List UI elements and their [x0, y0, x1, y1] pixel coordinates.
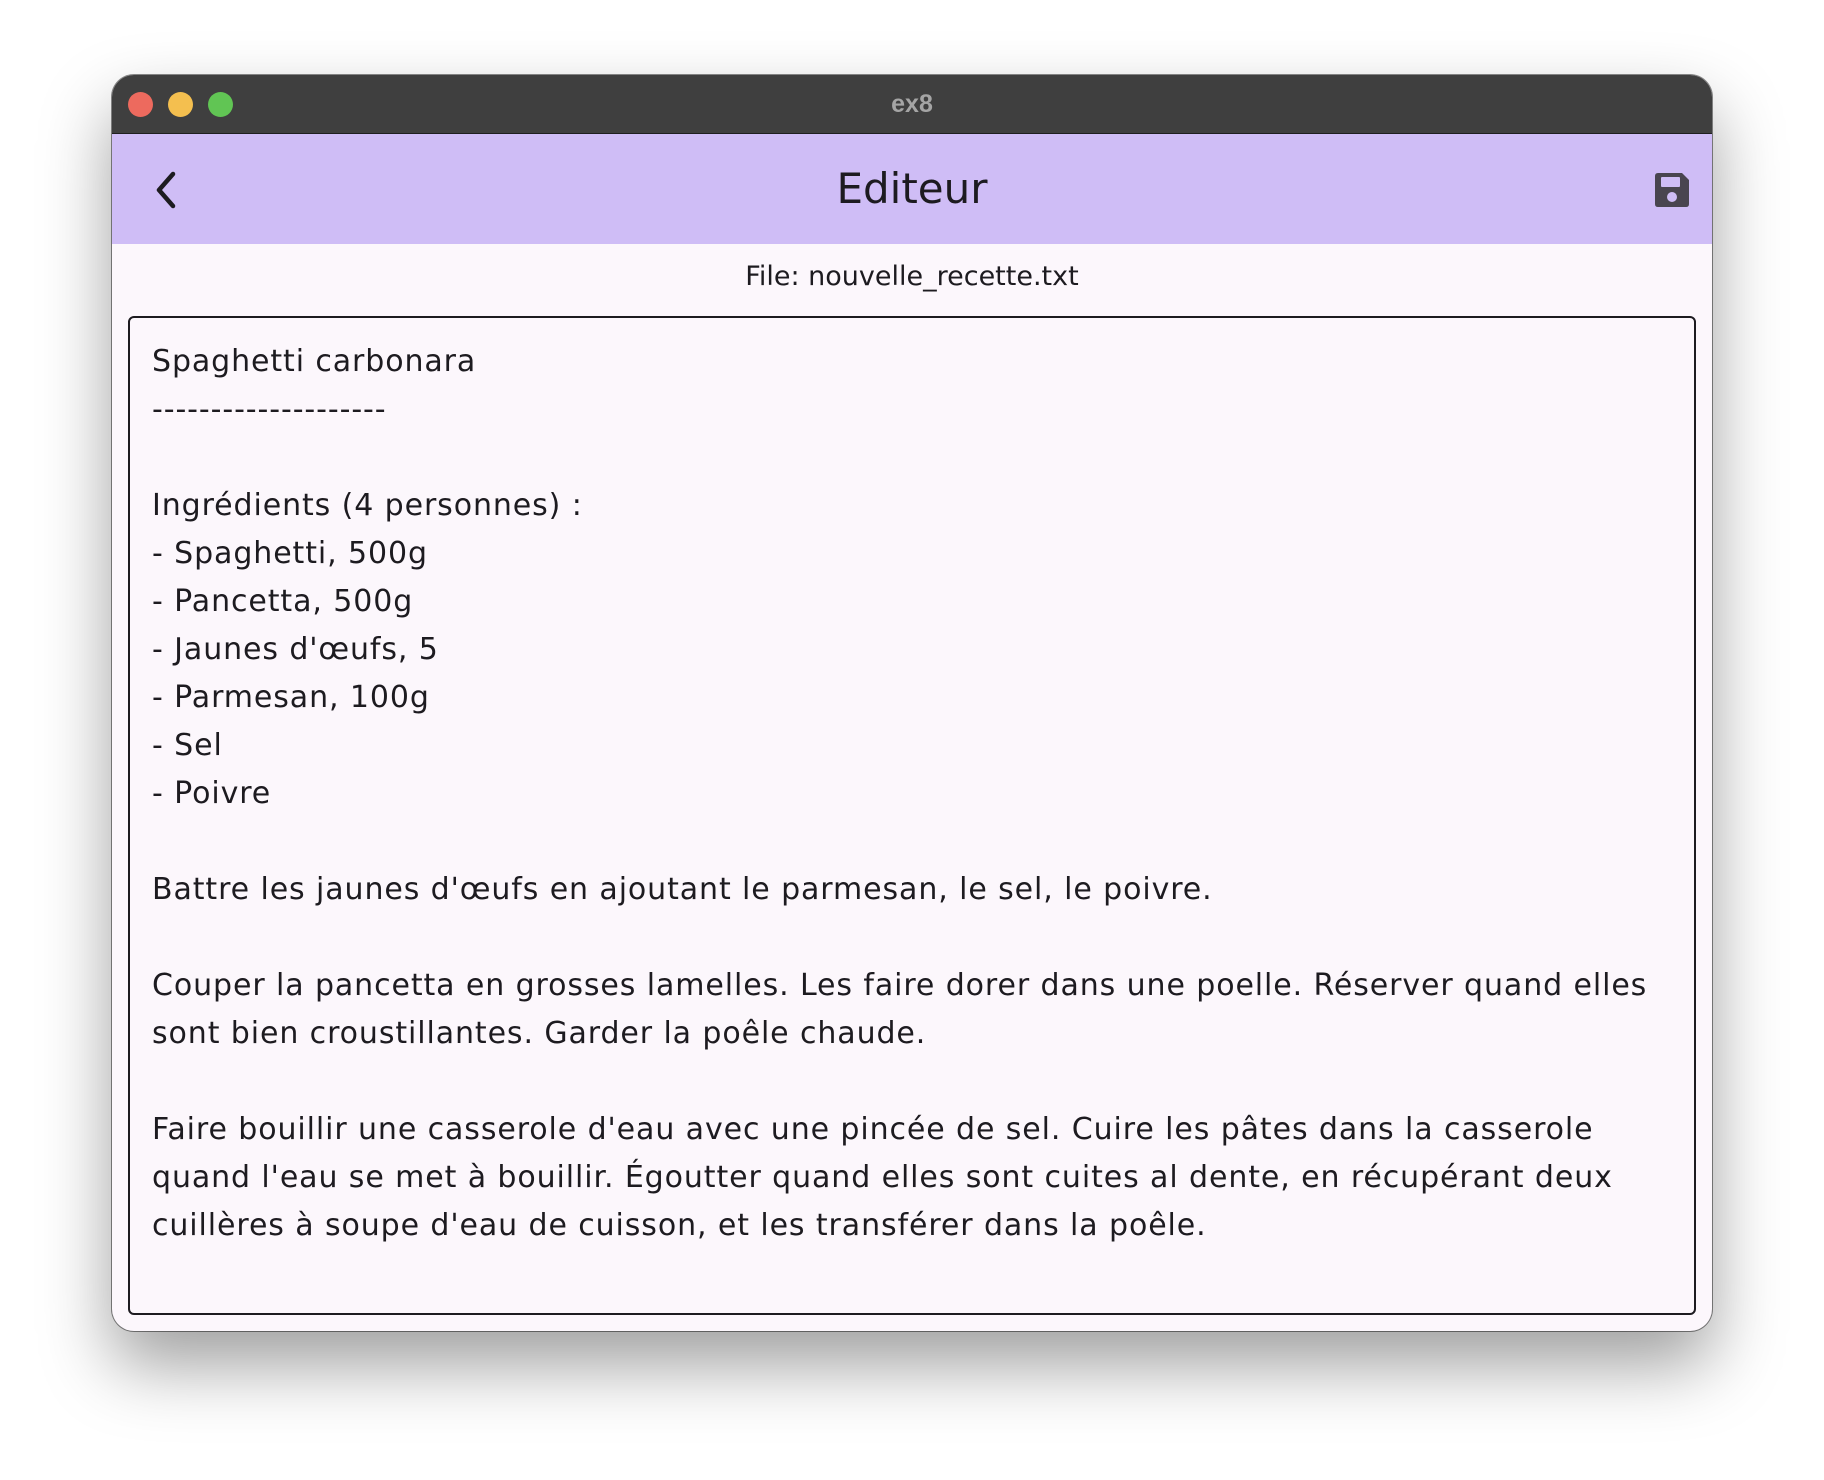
- floppy-disk-icon: [1655, 173, 1689, 207]
- file-name-label: File: nouvelle_recette.txt: [745, 261, 1079, 292]
- window-titlebar[interactable]: ex8: [112, 75, 1712, 134]
- page-title: Editeur: [836, 164, 988, 213]
- window-title: ex8: [891, 90, 933, 118]
- recipe-text-editor[interactable]: Spaghetti carbonara --------------------…: [128, 316, 1696, 1315]
- save-button[interactable]: [1644, 162, 1700, 218]
- app-bar: Editeur: [112, 134, 1712, 244]
- app-window: ex8 Editeur File: nouvelle_recette.txt S…: [112, 75, 1712, 1331]
- editor-text-content[interactable]: Spaghetti carbonara --------------------…: [152, 338, 1672, 1250]
